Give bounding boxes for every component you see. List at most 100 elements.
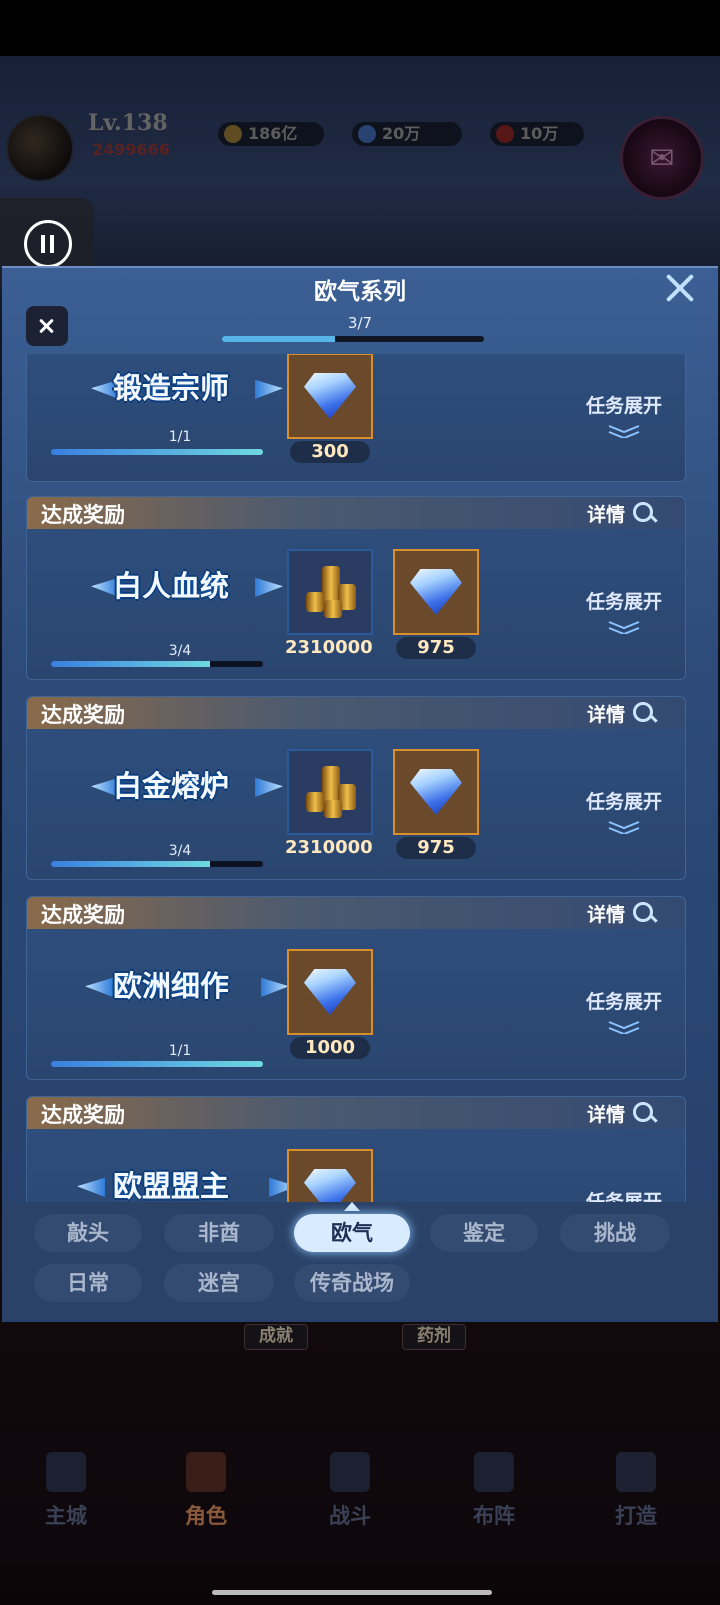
task-progress-fill — [51, 1061, 263, 1067]
achievement-card: 达成奖励 详情 欧盟盟主 任务展开 — [26, 1096, 686, 1202]
task-progress-label: 1/1 — [168, 429, 192, 445]
reward-item[interactable]: 975 — [393, 549, 479, 659]
achievement-list[interactable]: 锻造宗师 300 1/1 任务展开 达成奖励 详情 白人血统 2310000 9… — [8, 354, 712, 1202]
reward-item[interactable]: 1000 — [287, 949, 373, 1059]
chevron-down-icon — [608, 1021, 640, 1034]
card-header: 达成奖励 详情 — [27, 1097, 685, 1129]
chevron-down-icon — [608, 821, 640, 834]
reward-item[interactable]: 2310000 — [285, 749, 373, 859]
reward-slot — [287, 549, 373, 635]
tab-richang[interactable]: 日常 — [34, 1264, 142, 1302]
reward-slot — [287, 1149, 373, 1202]
castle-icon — [46, 1452, 86, 1492]
achievement-badge[interactable]: 成就 — [244, 1324, 308, 1350]
achievement-title: 欧洲细作 — [112, 969, 229, 1003]
reward-slot — [393, 749, 479, 835]
detail-button[interactable]: 详情 — [587, 699, 655, 727]
expand-label: 任务展开 — [585, 395, 662, 417]
tab-tiaozhan[interactable]: 挑战 — [560, 1214, 670, 1252]
reward-header-label: 达成奖励 — [41, 1103, 125, 1127]
achievement-card: 达成奖励 详情 白金熔炉 2310000 975 3/4 任务展开 — [26, 696, 686, 880]
tab-migong[interactable]: 迷宫 — [164, 1264, 274, 1302]
diamond-icon — [410, 769, 462, 815]
detail-label: 详情 — [587, 503, 626, 526]
achievement-title: 锻造宗师 — [112, 371, 229, 405]
swords-icon — [330, 1452, 370, 1492]
search-icon — [633, 702, 655, 724]
reward-amount: 975 — [396, 637, 476, 659]
nav-main-city[interactable]: 主城 — [26, 1500, 106, 1530]
task-progress-fill — [51, 449, 263, 455]
reward-item[interactable]: 300 — [287, 354, 373, 463]
detail-label: 详情 — [587, 1103, 626, 1126]
tab-feiqiu[interactable]: 非酋 — [164, 1214, 274, 1252]
achievement-card: 达成奖励 详情 欧洲细作 1000 1/1 任务展开 — [26, 896, 686, 1080]
series-progress-bar — [222, 336, 484, 342]
expand-label: 任务展开 — [585, 1191, 662, 1202]
chevron-down-icon — [608, 621, 640, 634]
home-indicator — [212, 1590, 492, 1595]
diamond-icon — [304, 373, 356, 419]
task-progress-label: 3/4 — [168, 843, 192, 859]
anvil-icon — [616, 1452, 656, 1492]
nav-forge[interactable]: 打造 — [596, 1500, 676, 1530]
reward-item[interactable]: 975 — [393, 749, 479, 859]
expand-label: 任务展开 — [585, 791, 662, 813]
panel-title: 欧气系列 — [314, 279, 406, 305]
detail-label: 详情 — [587, 703, 626, 726]
series-progress-fill — [222, 336, 335, 342]
pause-icon — [24, 220, 72, 268]
reward-item[interactable]: 2310000 — [285, 549, 373, 659]
reward-amount: 300 — [290, 441, 370, 463]
card-header: 达成奖励 详情 — [27, 897, 685, 929]
tab-chuanqi-zhanchang[interactable]: 传奇战场 — [294, 1264, 410, 1302]
task-progress-label: 1/1 — [168, 1043, 192, 1059]
potion-badge[interactable]: 药剂 — [402, 1324, 466, 1350]
detail-button[interactable]: 详情 — [587, 1099, 655, 1127]
card-header: 达成奖励 详情 — [27, 497, 685, 529]
reward-amount: 975 — [396, 837, 476, 859]
expand-tasks-button[interactable]: 任务展开 — [579, 391, 669, 438]
expand-tasks-button[interactable]: 任务展开 — [579, 1187, 669, 1202]
expand-tasks-button[interactable]: 任务展开 — [579, 587, 669, 634]
expand-tasks-button[interactable]: 任务展开 — [579, 787, 669, 834]
panel-close-icon[interactable] — [660, 268, 700, 308]
task-progress-fill — [51, 661, 210, 667]
card-header: 达成奖励 详情 — [27, 697, 685, 729]
active-tab-pointer — [344, 1202, 360, 1211]
task-progress-label: 3/4 — [168, 643, 192, 659]
reward-item[interactable] — [287, 1149, 373, 1202]
task-progress-bar — [51, 449, 263, 455]
status-bar — [0, 0, 720, 56]
nav-formation[interactable]: 布阵 — [454, 1500, 534, 1530]
tab-ouqi[interactable]: 欧气 — [294, 1214, 410, 1252]
reward-slot — [287, 949, 373, 1035]
reward-slot — [287, 749, 373, 835]
nav-character[interactable]: 角色 — [166, 1500, 246, 1530]
detail-label: 详情 — [587, 903, 626, 926]
expand-tasks-button[interactable]: 任务展开 — [579, 987, 669, 1034]
achievement-title: 白金熔炉 — [112, 769, 229, 803]
close-button[interactable] — [26, 306, 68, 346]
task-progress-fill — [51, 861, 210, 867]
helmet-icon — [186, 1452, 226, 1492]
tab-qiaotou[interactable]: 敲头 — [34, 1214, 142, 1252]
expand-label: 任务展开 — [585, 591, 662, 613]
reward-slot — [287, 354, 373, 439]
detail-button[interactable]: 详情 — [587, 899, 655, 927]
achievement-title: 白人血统 — [112, 569, 229, 603]
task-progress-bar — [51, 661, 263, 667]
nav-battle[interactable]: 战斗 — [310, 1500, 390, 1530]
reward-header-label: 达成奖励 — [41, 703, 125, 727]
diamond-icon — [304, 969, 356, 1015]
search-icon — [633, 502, 655, 524]
achievement-title: 欧盟盟主 — [112, 1169, 229, 1202]
achievement-card: 达成奖励 详情 白人血统 2310000 975 3/4 任务展开 — [26, 496, 686, 680]
tab-jianding[interactable]: 鉴定 — [430, 1214, 538, 1252]
expand-label: 任务展开 — [585, 991, 662, 1013]
gold-coins-icon — [300, 564, 360, 620]
chevron-down-icon — [608, 425, 640, 438]
diamond-icon — [304, 1169, 356, 1202]
detail-button[interactable]: 详情 — [587, 499, 655, 527]
reward-slot — [393, 549, 479, 635]
